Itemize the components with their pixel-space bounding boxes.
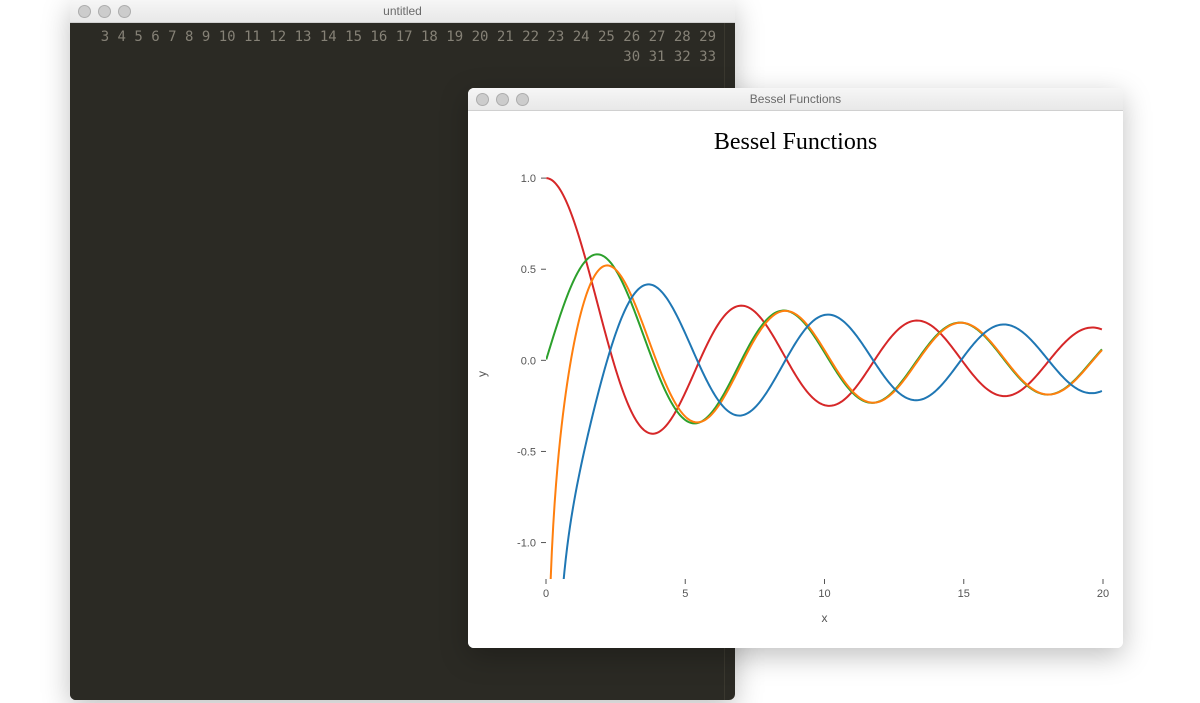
chart-area: -1.0 -0.5 0.0 0.5 1.0 0 5 10 15 20 x y (468, 164, 1123, 648)
svg-text:15: 15 (958, 588, 970, 600)
chart-title: Bessel Functions (468, 111, 1123, 164)
svg-text:20: 20 (1097, 588, 1109, 600)
svg-text:-0.5: -0.5 (517, 446, 536, 458)
svg-text:y: y (475, 371, 489, 377)
zoom-icon[interactable] (118, 5, 131, 18)
plot-traffic-lights (468, 93, 529, 106)
close-icon[interactable] (476, 93, 489, 106)
plot-titlebar[interactable]: Bessel Functions (468, 88, 1123, 111)
svg-text:0.5: 0.5 (521, 264, 536, 276)
editor-traffic-lights (70, 5, 131, 18)
series-j1 (546, 254, 1102, 423)
svg-text:0.0: 0.0 (521, 355, 536, 367)
svg-text:-1.0: -1.0 (517, 538, 536, 550)
series-j0 (546, 178, 1102, 434)
editor-titlebar[interactable]: untitled (70, 0, 735, 23)
chart-svg: -1.0 -0.5 0.0 0.5 1.0 0 5 10 15 20 x y (468, 164, 1123, 634)
editor-window-title: untitled (70, 4, 735, 18)
zoom-icon[interactable] (516, 93, 529, 106)
plot-window-title: Bessel Functions (468, 92, 1123, 106)
plot-body: Bessel Functions -1.0 -0.5 0.0 0.5 1.0 0 5 10 15… (468, 111, 1123, 648)
svg-text:1.0: 1.0 (521, 173, 536, 185)
plot-window: Bessel Functions Bessel Functions -1.0 -0… (468, 88, 1123, 648)
series-y0 (546, 265, 1102, 634)
minimize-icon[interactable] (98, 5, 111, 18)
close-icon[interactable] (78, 5, 91, 18)
svg-text:x: x (822, 611, 828, 625)
svg-text:5: 5 (682, 588, 688, 600)
svg-text:10: 10 (818, 588, 830, 600)
minimize-icon[interactable] (496, 93, 509, 106)
svg-text:0: 0 (543, 588, 549, 600)
